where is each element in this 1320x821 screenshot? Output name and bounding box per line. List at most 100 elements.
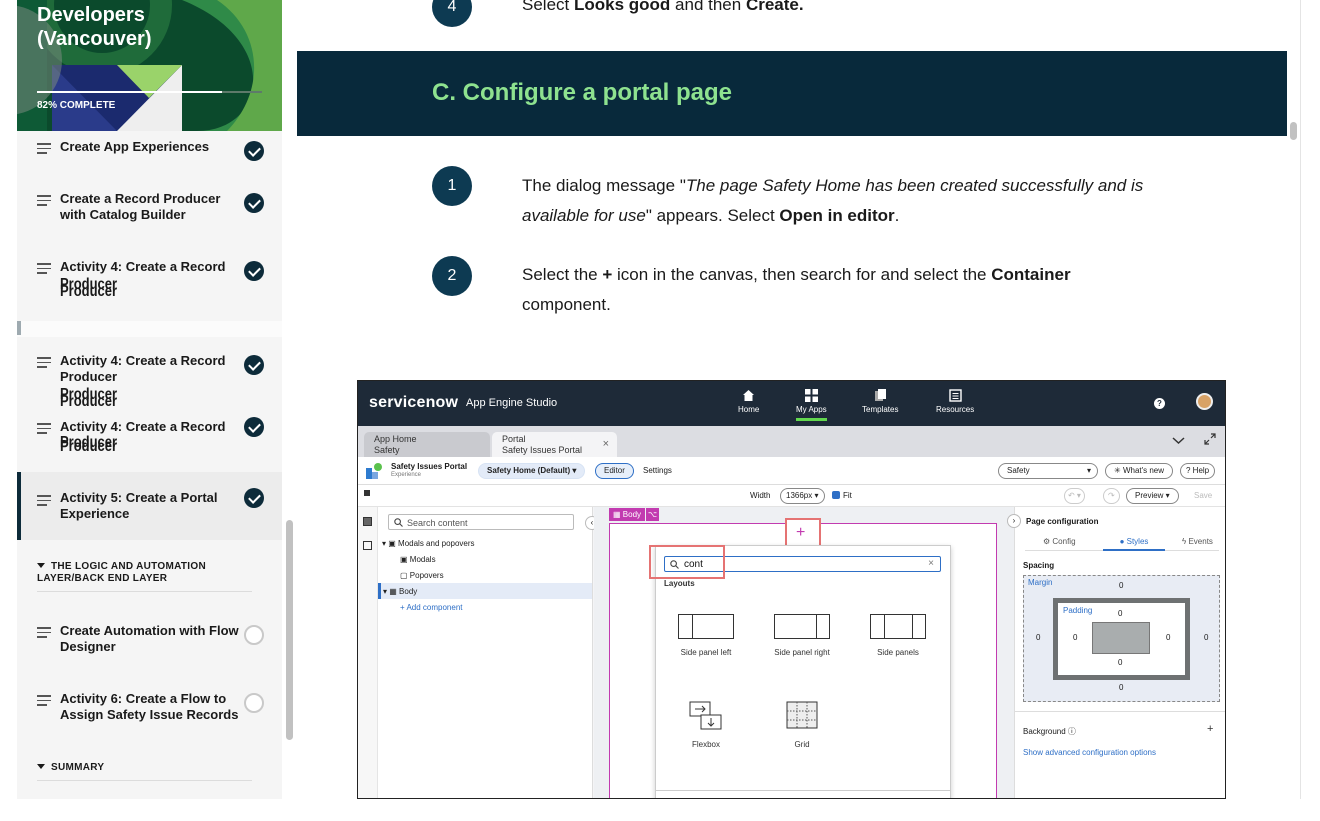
resources-icon (948, 389, 962, 402)
config-tabs: ⚙ Config ● Styles ϟ Events (1025, 537, 1219, 551)
layout-label: Side panels (877, 648, 919, 657)
tab-events[interactable]: ϟ Events (1182, 537, 1213, 546)
settings-tab[interactable]: Settings (643, 466, 672, 475)
layout-flexbox[interactable]: Flexbox (666, 701, 746, 749)
tree-item-body[interactable]: ▾ ▦ Body (378, 583, 592, 599)
spacing-label: Spacing (1023, 561, 1055, 570)
section-header[interactable]: THE LOGIC AND AUTOMATION LAYER/BACK END … (37, 561, 252, 592)
lesson-item[interactable]: Create a Record Producer with Catalog Bu… (17, 191, 282, 237)
step-text-run: The dialog message " (522, 176, 686, 195)
list-icon (37, 495, 51, 506)
incomplete-circle-icon (244, 693, 264, 713)
tree-item-modals-and-popovers[interactable]: ▾ ▣ Modals and popovers (382, 539, 475, 548)
nav-resources[interactable]: Resources (936, 389, 974, 414)
servicenow-logo: servicenow (369, 394, 459, 411)
grid-icon (804, 389, 818, 402)
divider (1015, 711, 1225, 712)
step-text: Select Looks good and then Create. (522, 0, 1172, 20)
nav-home[interactable]: Home (738, 389, 759, 414)
width-select[interactable]: 1366px ▾ (780, 488, 825, 504)
section-label: THE LOGIC AND AUTOMATION LAYER/BACK END … (37, 561, 206, 584)
search-highlight (649, 545, 725, 579)
step-number: 4 (432, 0, 472, 27)
body-tag-action-icon[interactable]: ⌥ (646, 508, 659, 521)
tree-item-popovers[interactable]: ▢ Popovers (400, 571, 444, 580)
add-background-icon[interactable]: + (1207, 723, 1213, 735)
padding-label: Padding (1063, 606, 1093, 615)
step-text-run: Open in editor (779, 206, 895, 225)
help-button[interactable]: ? Help (1180, 463, 1216, 479)
section-header[interactable]: SUMMARY (37, 762, 252, 781)
tree-label: Modals and popovers (398, 539, 475, 548)
lesson-label-overflow: Producer (60, 391, 118, 410)
layout-side-panel-right[interactable]: Side panel right (762, 614, 842, 657)
complete-check-icon (244, 417, 264, 437)
lesson-item[interactable]: Activity 6: Create a Flow to Assign Safe… (17, 691, 282, 737)
step-text-run: Select (522, 0, 574, 14)
tab-app-home[interactable]: App Home Safety (364, 432, 490, 457)
lesson-item-active[interactable]: Activity 5: Create a Portal Experience (17, 472, 282, 540)
redo-button[interactable]: ↷ (1103, 488, 1120, 504)
sidebar-scrollbar[interactable] (286, 520, 293, 740)
tab-config[interactable]: ⚙ Config (1043, 537, 1076, 546)
progress-label: 82% COMPLETE (37, 100, 116, 111)
tree-item-modals[interactable]: ▣ Modals (400, 555, 436, 564)
page-select[interactable]: Safety Home (Default) ▾ (478, 463, 586, 479)
lesson-item[interactable]: Create App Experiences (17, 139, 282, 169)
avatar[interactable] (1196, 393, 1213, 410)
margin-box[interactable]: Margin 0 0 0 0 Padding 0 0 0 0 (1023, 575, 1220, 702)
lesson-label: Activity 4: Create a Record (60, 259, 226, 274)
padding-box[interactable]: Padding 0 0 0 0 (1053, 598, 1190, 680)
caret-down-icon (37, 764, 45, 769)
nav-my-apps[interactable]: My Apps (796, 389, 827, 421)
lesson-item[interactable]: Activity 4: Create a Record Producer Pro… (17, 353, 282, 413)
portal-toolbar: Safety Issues Portal Experience Safety H… (358, 457, 1225, 485)
margin-right-value: 0 (1204, 633, 1209, 642)
advanced-config-link[interactable]: Show advanced configuration options (1023, 748, 1156, 757)
tab-styles[interactable]: ● Styles (1103, 537, 1165, 551)
caret-down-icon (37, 563, 45, 568)
lesson-item[interactable]: Create Automation with Flow Designer (17, 623, 282, 669)
padding-top-value: 0 (1118, 609, 1123, 618)
expand-icon[interactable] (1204, 433, 1216, 445)
tab-portal[interactable]: Portal Safety Issues Portal × (492, 432, 617, 457)
collapse-right-icon[interactable]: › (1007, 514, 1021, 528)
save-button[interactable]: Save (1194, 491, 1212, 500)
help-icon[interactable]: ? (1154, 398, 1165, 409)
close-tab-icon[interactable]: × (603, 439, 609, 450)
nav-templates[interactable]: Templates (862, 389, 898, 414)
add-component-link[interactable]: + Add component (400, 603, 463, 612)
lesson-item[interactable]: Activity 4: Create a Record Producer Pro… (17, 417, 282, 459)
lesson-label: Create Automation with Flow Designer (60, 623, 239, 654)
content-scrollbar[interactable] (1290, 122, 1297, 140)
nav-label: Templates (862, 405, 899, 414)
layout-side-panel-left[interactable]: Side panel left (666, 614, 746, 657)
content-icon[interactable] (363, 517, 372, 526)
help-label: Help (1192, 466, 1210, 475)
body-tag[interactable]: ▦ Body (609, 508, 646, 521)
nav-label: Resources (936, 405, 975, 414)
app-select[interactable]: Safety ▾ (998, 463, 1098, 479)
grid-layout-icon (786, 701, 818, 729)
margin-bottom-value: 0 (1119, 683, 1124, 692)
section-title: C. Configure a portal page (432, 79, 733, 106)
clear-search-icon[interactable]: × (928, 558, 934, 569)
step-number: 2 (432, 256, 472, 296)
chevron-down-icon[interactable] (1172, 436, 1185, 445)
components-icon[interactable] (363, 541, 372, 550)
layout-side-panels[interactable]: Side panels (858, 614, 938, 657)
search-content-input[interactable]: Search content (388, 514, 574, 530)
step-text-run: Looks good (573, 0, 671, 14)
layout-grid[interactable]: Grid (762, 701, 842, 749)
undo-button[interactable]: ↶ ▾ (1064, 488, 1085, 504)
menu-icon[interactable] (364, 490, 370, 496)
preview-button[interactable]: Preview ▾ (1126, 488, 1179, 504)
templates-icon (874, 389, 886, 401)
fit-checkbox[interactable] (832, 491, 840, 499)
complete-check-icon (244, 355, 264, 375)
portal-subtitle: Experience (391, 472, 422, 478)
whats-new-button[interactable]: ✳ What's new (1105, 463, 1174, 479)
lesson-item[interactable]: Activity 4: Create a Record Producer Pro… (17, 259, 282, 319)
complete-check-icon (244, 488, 264, 508)
editor-tab[interactable]: Editor (595, 463, 634, 479)
